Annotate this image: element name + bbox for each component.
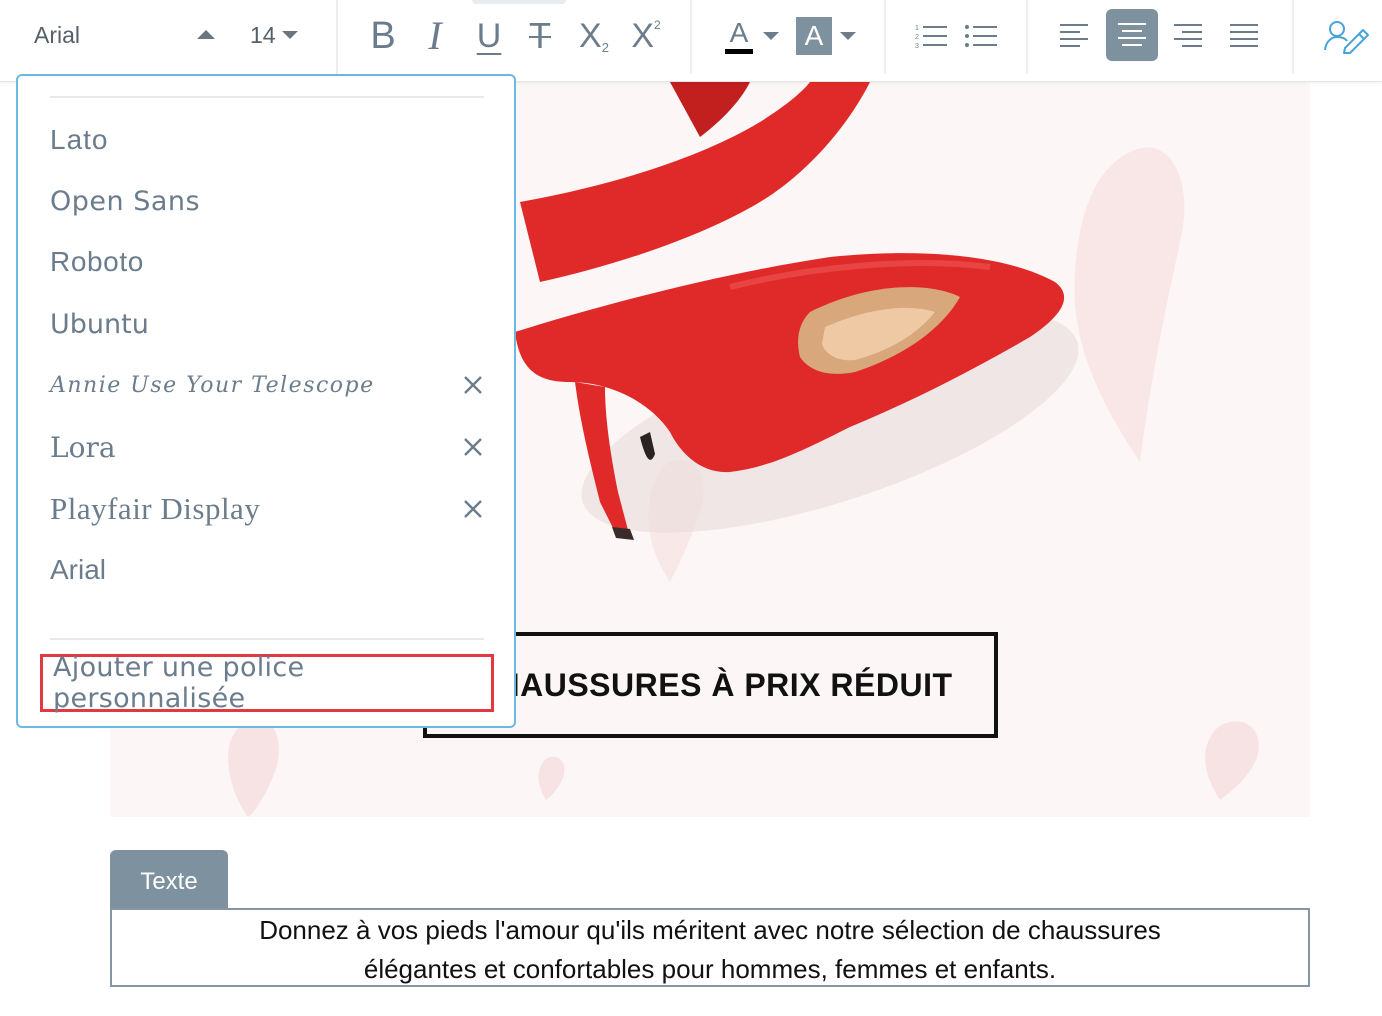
remove-font-close-icon[interactable] [462,374,484,396]
bold-button[interactable]: B [366,12,400,60]
underline-button[interactable]: U [473,12,505,60]
dropdown-divider [50,96,484,98]
align-right-button[interactable] [1170,12,1206,60]
svg-text:1: 1 [915,25,919,32]
font-family-caret-up-icon[interactable] [197,30,215,39]
toolbar-divider [336,0,338,74]
ordered-list-icon: 1 2 3 [915,25,947,49]
font-option-annie-use-your-telescope[interactable]: Annie Use Your Telescope [50,359,484,411]
font-option-open-sans[interactable]: Open Sans [50,175,484,227]
align-justify-button[interactable] [1226,12,1262,60]
align-center-icon [1118,23,1146,46]
remove-font-close-icon[interactable] [462,436,484,458]
font-option-label: Playfair Display [50,491,261,526]
font-family-dropdown: Lato Open Sans Roboto Ubuntu Annie Use Y… [16,74,516,728]
font-option-label: Lora [50,430,116,464]
superscript-icon: X [631,17,654,55]
font-option-roboto[interactable]: Roboto [50,236,484,288]
headline-text: HAUSSURES À PRIX RÉDUIT [496,666,953,703]
font-option-label: Annie Use Your Telescope [50,372,375,398]
toolbar-divider [1292,0,1294,74]
font-option-label: Open Sans [50,185,201,217]
strikethrough-button[interactable]: T [521,12,559,60]
remove-font-close-icon[interactable] [462,498,484,520]
formatting-toolbar: Arial 14 B I U T X 2 X 2 A A 1 2 3 [0,0,1382,82]
highlight-color-button[interactable]: A [795,12,857,60]
text-color-swatch [725,48,753,54]
text-block-content[interactable]: Donnez à vos pieds l'amour qu'ils mérite… [110,908,1310,987]
bullet-list-button[interactable] [964,12,998,60]
highlight-color-icon: A [796,17,832,55]
personalization-button[interactable] [1322,12,1372,60]
align-right-icon [1174,24,1202,47]
font-option-lora[interactable]: Lora [50,421,484,473]
font-option-playfair-display[interactable]: Playfair Display [50,483,484,535]
subscript-icon: X [579,17,602,55]
text-block-tab[interactable]: Texte [110,850,228,910]
font-option-label: Arial [50,554,107,585]
subscript-index: 2 [601,39,609,55]
toolbar-divider [1026,0,1028,74]
font-option-arial[interactable]: Arial [50,544,484,596]
align-justify-icon [1230,24,1258,47]
add-custom-font-button[interactable]: Ajouter une police personnalisée [40,652,494,714]
subscript-button[interactable]: X 2 [575,12,613,60]
dropdown-divider [50,638,484,640]
italic-icon: I [428,13,442,58]
font-size-select[interactable]: 14 [250,22,276,49]
superscript-index: 2 [654,18,661,32]
superscript-button[interactable]: X 2 [627,12,665,60]
text-line-1: Donnez à vos pieds l'amour qu'ils mérite… [259,915,1161,945]
bullet-list-icon [965,25,997,47]
svg-text:2: 2 [915,34,919,41]
text-color-caret-icon [763,32,779,40]
align-left-button[interactable] [1056,12,1092,60]
svg-text:3: 3 [915,43,919,49]
text-line-2: élégantes et confortables pour hommes, f… [363,954,1057,984]
font-family-select[interactable]: Arial [34,22,80,49]
toolbar-divider [690,0,692,74]
text-color-icon: A [725,16,753,54]
font-option-ubuntu[interactable]: Ubuntu [50,298,484,350]
highlight-caret-icon [840,32,856,40]
strikethrough-icon: T [529,15,551,56]
font-option-label: Lato [50,124,109,155]
toolbar-divider [884,0,886,74]
font-option-label: Roboto [50,246,144,277]
align-center-button[interactable] [1106,9,1158,61]
font-option-label: Ubuntu [50,308,149,340]
toolbar-tab-hint [472,0,566,4]
italic-button[interactable]: I [420,12,450,60]
align-left-icon [1060,24,1088,47]
ordered-list-button[interactable]: 1 2 3 [914,12,948,60]
font-option-lato[interactable]: Lato [50,114,484,166]
user-edit-icon [1324,21,1369,54]
underline-icon: U [476,17,502,55]
text-color-letter: A [729,16,749,48]
text-color-button[interactable]: A [722,12,782,60]
font-size-caret-down-icon[interactable] [282,31,298,39]
bold-icon: B [370,15,396,57]
